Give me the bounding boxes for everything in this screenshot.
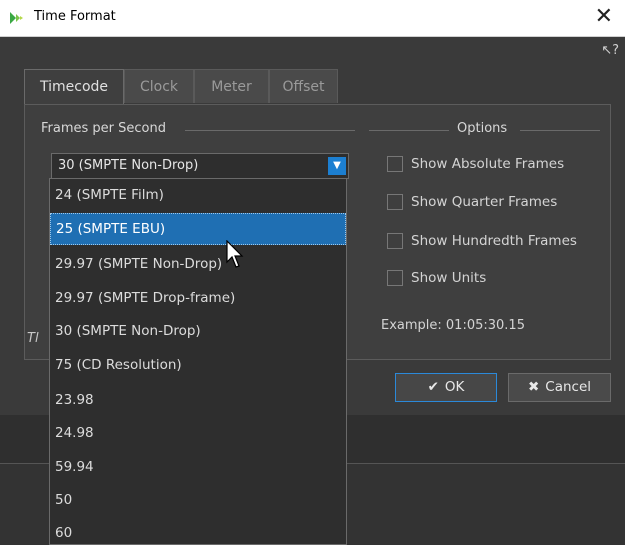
chevron-down-icon[interactable]: ▼ (328, 157, 346, 175)
dropdown-option-selected[interactable]: 25 (SMPTE EBU) (50, 213, 346, 245)
frames-per-second-select[interactable]: 30 (SMPTE Non-Drop) ▼ (51, 153, 349, 179)
window-titlebar: Time Format ✕ (0, 0, 625, 37)
checkbox-label: Show Quarter Frames (411, 194, 558, 210)
mouse-pointer-icon (226, 240, 244, 268)
dropdown-option[interactable]: 29.97 (SMPTE Drop-frame) (50, 282, 346, 314)
cancel-button[interactable]: ✖ Cancel (508, 373, 611, 402)
frames-group-title: Frames per Second (37, 121, 170, 136)
cross-icon: ✖ (527, 379, 540, 395)
wavelab-logo-icon (10, 12, 23, 24)
frames-group-line (185, 130, 355, 131)
dropdown-option[interactable]: 30 (SMPTE Non-Drop) (50, 315, 346, 347)
options-group-line-right (520, 130, 600, 131)
checkbox-label: Show Absolute Frames (411, 156, 565, 172)
options-group-title: Options (453, 121, 512, 136)
close-button[interactable]: ✕ (595, 4, 613, 30)
frames-per-second-dropdown-list[interactable]: 24 (SMPTE Film) 25 (SMPTE EBU) 29.97 (SM… (49, 178, 347, 545)
dropdown-option[interactable]: 59.94 (50, 451, 346, 483)
dropdown-option[interactable]: 50 (50, 484, 346, 516)
context-help-icon[interactable]: ↖? (601, 43, 619, 58)
window-title: Time Format (34, 9, 116, 24)
ok-label: OK (444, 379, 465, 395)
checkbox-box[interactable] (387, 156, 403, 172)
dropdown-option[interactable]: 24.98 (50, 417, 346, 449)
ok-button[interactable]: ✔ OK (395, 373, 497, 402)
checkbox-box[interactable] (387, 233, 403, 249)
dropdown-option[interactable]: 29.97 (SMPTE Non-Drop) (50, 248, 346, 280)
checkbox-box[interactable] (387, 270, 403, 286)
cancel-label: Cancel (545, 379, 592, 395)
tab-meter[interactable]: Meter (194, 69, 269, 103)
example-readout: Example: 01:05:30.15 (381, 318, 525, 333)
tab-clock[interactable]: Clock (124, 69, 194, 103)
dropdown-option[interactable]: 24 (SMPTE Film) (50, 179, 346, 211)
checkmark-icon: ✔ (427, 379, 439, 395)
options-group-line-left (369, 130, 449, 131)
tab-offset[interactable]: Offset (269, 69, 338, 103)
frames-per-second-value: 30 (SMPTE Non-Drop) (58, 158, 199, 173)
checkbox-label: Show Units (411, 270, 487, 286)
checkbox-label: Show Hundredth Frames (411, 233, 577, 249)
checkbox-box[interactable] (387, 194, 403, 210)
dropdown-option[interactable]: 75 (CD Resolution) (50, 349, 346, 381)
dropdown-option[interactable]: 60 (50, 517, 346, 544)
tab-timecode[interactable]: Timecode (24, 69, 124, 105)
dropdown-option[interactable]: 23.98 (50, 384, 346, 416)
partial-note-left: Tl (27, 331, 39, 346)
